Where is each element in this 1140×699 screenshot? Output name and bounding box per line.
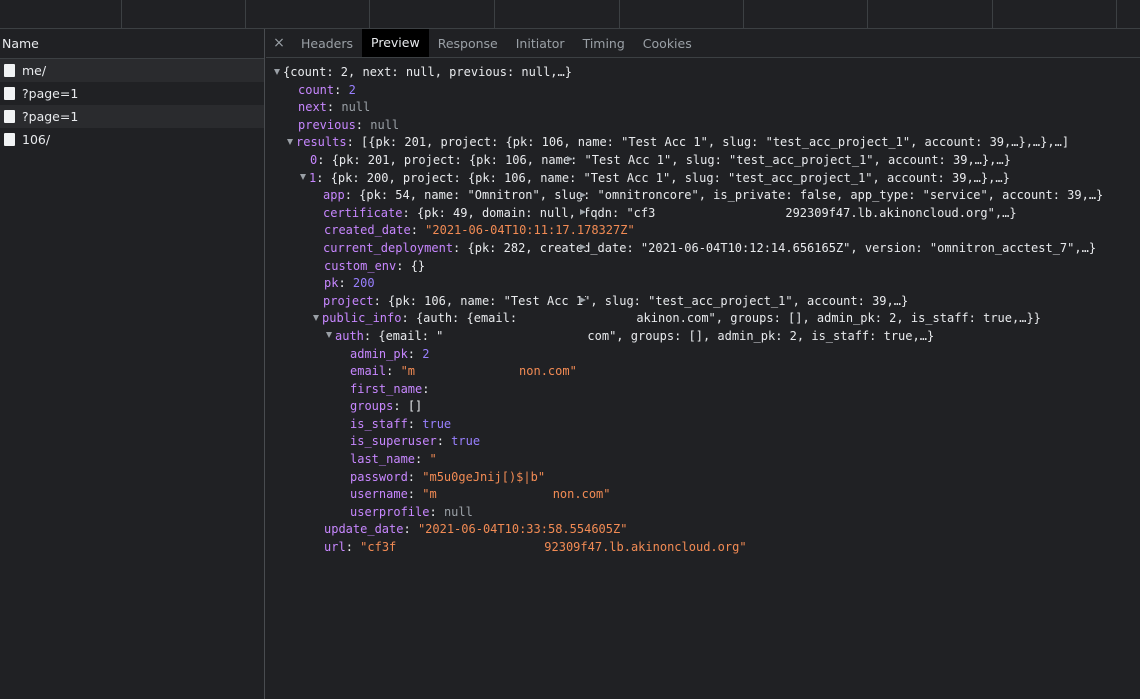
expand-down-icon[interactable] — [300, 174, 306, 181]
request-name: ?page=1 — [22, 86, 79, 101]
expand-down-icon[interactable] — [313, 314, 319, 321]
request-detail-panel: × Headers Preview Response Initiator Tim… — [266, 29, 1140, 699]
tab-response[interactable]: Response — [429, 29, 507, 57]
tree-node-app[interactable]: app: {pk: 54, name: "Omnitron", slug: "o… — [266, 187, 1140, 205]
json-preview-tree: {count: 2, next: null, previous: null,…}… — [266, 58, 1140, 557]
tree-node-item-0[interactable]: 0: {pk: 201, project: {pk: 106, name: "T… — [266, 152, 1140, 170]
document-icon — [4, 110, 15, 123]
expand-right-icon[interactable] — [580, 244, 586, 251]
tree-node-current-deployment[interactable]: current_deployment: {pk: 282, created_da… — [266, 240, 1140, 258]
request-name: me/ — [22, 63, 47, 78]
tree-prop-email: email: "m non.com" — [350, 364, 577, 379]
tree-prop-url: url: "cf3f 92309f47.lb.akinoncloud.org" — [324, 540, 747, 555]
tree-node-project[interactable]: project: {pk: 106, name: "Test Acc 1", s… — [266, 293, 1140, 311]
tree-node-results[interactable]: results: [{pk: 201, project: {pk: 106, n… — [266, 134, 1140, 152]
tree-prop-userprofile: userprofile: null — [350, 504, 473, 519]
document-icon — [4, 133, 15, 146]
timeline-divider — [743, 0, 744, 28]
expand-right-icon[interactable] — [580, 297, 586, 304]
tab-headers[interactable]: Headers — [292, 29, 362, 57]
request-name: ?page=1 — [22, 109, 79, 124]
request-row[interactable]: me/ — [0, 59, 264, 82]
timeline-divider — [1116, 0, 1117, 28]
tree-prop-created-date: created_date: "2021-06-04T10:11:17.17832… — [324, 223, 635, 238]
tree-prop-groups: groups: [] — [350, 399, 423, 414]
tree-prop-previous: previous: null — [298, 117, 400, 132]
request-name: 106/ — [22, 132, 51, 147]
close-icon[interactable]: × — [266, 29, 292, 57]
expand-right-icon[interactable] — [580, 191, 586, 198]
tree-prop-last-name: last_name: " — [350, 452, 437, 467]
tree-node-certificate[interactable]: certificate: {pk: 49, domain: null, fqdn… — [266, 205, 1140, 223]
tree-prop-next: next: null — [298, 100, 371, 115]
tree-prop-update-date: update_date: "2021-06-04T10:33:58.554605… — [324, 522, 628, 537]
detail-tab-bar: × Headers Preview Response Initiator Tim… — [266, 29, 1140, 58]
tree-prop-username: username: "m non.com" — [350, 487, 611, 502]
tree-prop-first-name: first_name: — [350, 381, 437, 396]
tab-cookies[interactable]: Cookies — [634, 29, 701, 57]
tree-prop-custom-env: custom_env: {} — [324, 258, 426, 273]
timeline-divider — [867, 0, 868, 28]
expand-down-icon[interactable] — [274, 68, 280, 75]
timeline-divider — [992, 0, 993, 28]
tree-prop-count: count: 2 — [298, 82, 356, 97]
timeline-divider — [245, 0, 246, 28]
tree-node-root[interactable]: {count: 2, next: null, previous: null,…} — [266, 64, 1140, 82]
expand-down-icon[interactable] — [287, 138, 293, 145]
tree-node-public-info[interactable]: public_info: {auth: {email: akinon.com",… — [266, 310, 1140, 328]
request-list-panel: Name me/ ?page=1 ?page=1 106/ — [0, 29, 265, 699]
expand-right-icon[interactable] — [567, 156, 573, 163]
tab-initiator[interactable]: Initiator — [507, 29, 574, 57]
request-row-selected[interactable]: ?page=1 — [0, 105, 264, 128]
request-row[interactable]: ?page=1 — [0, 82, 264, 105]
tree-prop-is-superuser: is_superuser: true — [350, 434, 481, 449]
tree-node-item-1[interactable]: 1: {pk: 200, project: {pk: 106, name: "T… — [266, 170, 1140, 188]
expand-down-icon[interactable] — [326, 332, 332, 339]
timeline-divider — [619, 0, 620, 28]
document-icon — [4, 87, 15, 100]
tree-node-auth[interactable]: auth: {email: " com", groups: [], admin_p… — [266, 328, 1140, 346]
document-icon — [4, 64, 15, 77]
timeline-overview[interactable] — [0, 0, 1140, 29]
timeline-divider — [121, 0, 122, 28]
expand-right-icon[interactable] — [580, 209, 586, 216]
tree-prop-admin-pk: admin_pk: 2 — [350, 346, 430, 361]
timeline-divider — [369, 0, 370, 28]
tab-timing[interactable]: Timing — [574, 29, 634, 57]
tree-prop-password: password: "m5u0geJnij[)$|b" — [350, 469, 546, 484]
request-row[interactable]: 106/ — [0, 128, 264, 151]
tab-preview[interactable]: Preview — [362, 29, 429, 57]
tree-prop-is-staff: is_staff: true — [350, 416, 452, 431]
tree-prop-pk: pk: 200 — [324, 276, 375, 291]
timeline-divider — [494, 0, 495, 28]
name-column-header[interactable]: Name — [0, 29, 264, 59]
